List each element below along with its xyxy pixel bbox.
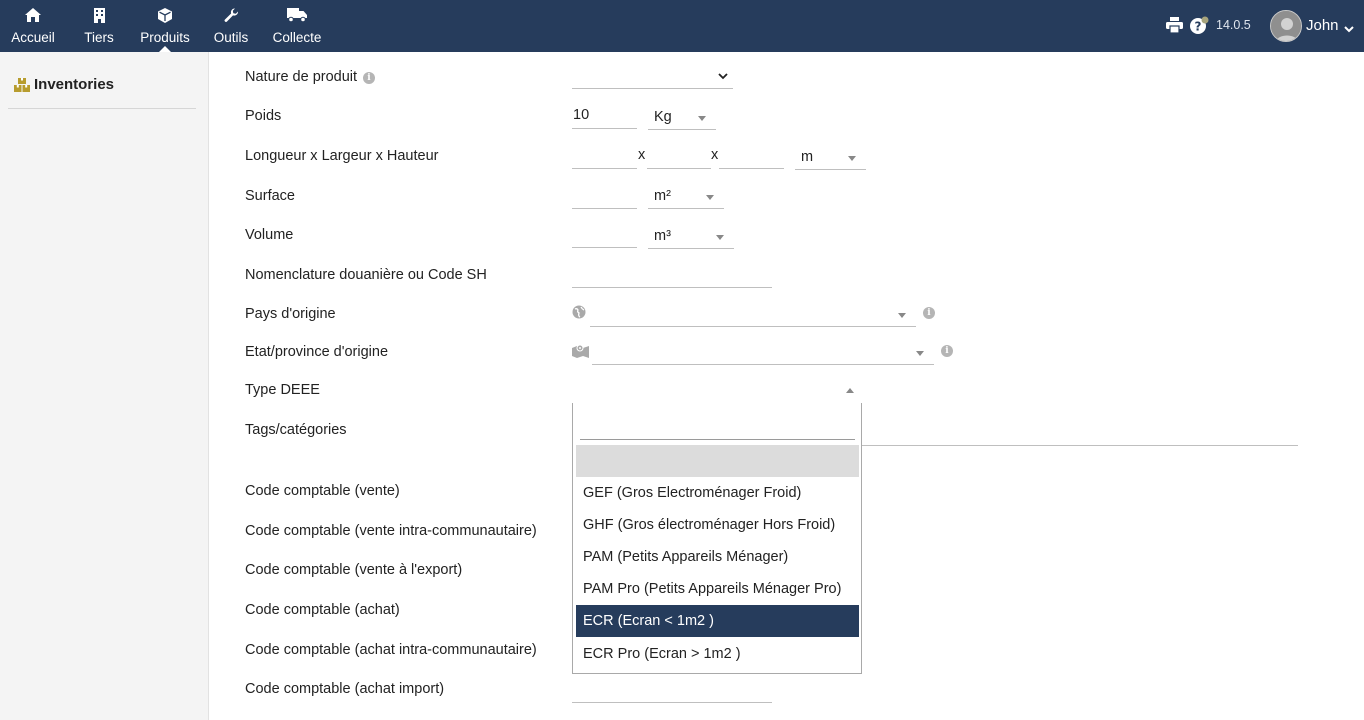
pays-label: Pays d'origine bbox=[245, 306, 336, 322]
nav-products-label: Produits bbox=[140, 30, 190, 45]
volume-unit-value: m³ bbox=[654, 228, 671, 244]
dims-unit-select[interactable]: m bbox=[795, 146, 866, 170]
deee-select[interactable] bbox=[572, 378, 862, 404]
dims-separator: x bbox=[711, 147, 719, 163]
sidebar-item-inventories[interactable]: Inventories bbox=[14, 76, 114, 93]
nomenclature-label: Nomenclature douanière ou Code SH bbox=[245, 267, 487, 283]
cc-achat-intra-label: Code comptable (achat intra-communautair… bbox=[245, 642, 537, 658]
cc-vente-export-label: Code comptable (vente à l'export) bbox=[245, 562, 463, 578]
nature-label: Nature de produit bbox=[245, 69, 358, 85]
dimensions-label: Longueur x Largeur x Hauteur bbox=[245, 148, 439, 164]
etat-label: Etat/province d'origine bbox=[245, 344, 389, 360]
sidebar-title: Inventories bbox=[34, 76, 115, 93]
cc-achat-label: Code comptable (achat) bbox=[245, 602, 400, 618]
dropdown-option[interactable]: PAM (Petits Appareils Ménager) bbox=[576, 541, 859, 573]
caret-up-icon bbox=[846, 388, 854, 393]
info-icon[interactable]: i bbox=[363, 72, 375, 84]
surface-unit-value: m² bbox=[654, 188, 671, 204]
info-icon[interactable]: i bbox=[941, 345, 953, 357]
svg-text:?: ? bbox=[1195, 20, 1202, 34]
nav-thirdparties[interactable]: Tiers bbox=[84, 0, 114, 52]
nav-tools-label: Outils bbox=[213, 30, 249, 45]
chevron-down-icon bbox=[718, 73, 728, 80]
surface-unit-select[interactable]: m² bbox=[648, 185, 724, 209]
globe-icon bbox=[572, 305, 586, 322]
tags-input[interactable] bbox=[862, 445, 1298, 446]
top-navigation-bar: Accueil Tiers Produits Outils Collecte ?… bbox=[0, 0, 1364, 52]
etat-select[interactable] bbox=[592, 341, 934, 365]
left-menu: Inventories bbox=[0, 52, 209, 720]
poids-unit-select[interactable]: Kg bbox=[648, 106, 716, 130]
cc-achat-import-input[interactable] bbox=[572, 702, 772, 703]
length-input[interactable] bbox=[572, 145, 637, 169]
nav-home[interactable]: Accueil bbox=[11, 0, 55, 52]
avatar[interactable] bbox=[1270, 10, 1302, 42]
deee-label: Type DEEE bbox=[245, 382, 320, 398]
nav-home-label: Accueil bbox=[11, 30, 55, 45]
surface-label: Surface bbox=[245, 188, 295, 204]
cc-vente-intra-label: Code comptable (vente intra-communautair… bbox=[245, 523, 537, 539]
dropdown-option[interactable]: GEF (Gros Electroménager Froid) bbox=[576, 477, 859, 509]
print-icon[interactable] bbox=[1166, 17, 1183, 36]
info-icon[interactable]: i bbox=[923, 307, 935, 319]
cc-vente-label: Code comptable (vente) bbox=[245, 483, 400, 499]
building-icon bbox=[93, 7, 105, 23]
help-icon[interactable]: ? bbox=[1190, 16, 1210, 38]
wrench-icon bbox=[224, 7, 239, 23]
poids-input[interactable]: 10 bbox=[572, 105, 637, 129]
surface-input[interactable] bbox=[572, 185, 637, 209]
dropdown-option[interactable]: ECR Pro (Ecran > 1m2 ) bbox=[576, 638, 859, 670]
pays-select[interactable] bbox=[590, 303, 916, 327]
volume-label: Volume bbox=[245, 227, 294, 243]
chevron-down-icon[interactable] bbox=[1344, 20, 1354, 36]
cube-icon bbox=[158, 7, 172, 23]
dims-unit-value: m bbox=[801, 149, 814, 165]
map-marker-icon bbox=[572, 344, 589, 361]
nomenclature-input[interactable] bbox=[572, 264, 772, 288]
poids-unit-value: Kg bbox=[654, 109, 672, 125]
deee-dropdown: GEF (Gros Electroménager Froid) GHF (Gro… bbox=[572, 403, 862, 674]
dropdown-option[interactable]: GHF (Gros électroménager Hors Froid) bbox=[576, 509, 859, 541]
volume-unit-select[interactable]: m³ bbox=[648, 225, 734, 249]
sidebar-divider bbox=[8, 108, 196, 109]
cc-achat-import-label: Code comptable (achat import) bbox=[245, 681, 445, 697]
height-input[interactable] bbox=[719, 145, 784, 169]
home-icon bbox=[25, 7, 41, 23]
dropdown-option-highlighted[interactable]: ECR (Ecran < 1m2 ) bbox=[576, 605, 859, 637]
nav-collecte[interactable]: Collecte bbox=[273, 0, 321, 52]
dropdown-search-input[interactable] bbox=[580, 413, 855, 440]
nav-tools[interactable]: Outils bbox=[214, 0, 248, 52]
nav-products[interactable]: Produits bbox=[140, 0, 190, 52]
nav-collecte-label: Collecte bbox=[272, 30, 322, 45]
tags-label: Tags/catégories bbox=[245, 422, 347, 438]
nav-thirdparties-label: Tiers bbox=[84, 30, 114, 45]
dropdown-option[interactable] bbox=[576, 445, 859, 477]
nature-select[interactable] bbox=[572, 65, 733, 89]
user-name[interactable]: John bbox=[1306, 17, 1339, 34]
version-label: 14.0.5 bbox=[1216, 18, 1251, 32]
dropdown-option[interactable]: PAM Pro (Petits Appareils Ménager Pro) bbox=[576, 573, 859, 605]
volume-input[interactable] bbox=[572, 224, 637, 248]
width-input[interactable] bbox=[647, 145, 711, 169]
inventory-boxes-icon bbox=[14, 77, 30, 92]
poids-label: Poids bbox=[245, 108, 282, 124]
truck-icon bbox=[287, 7, 307, 23]
dims-separator: x bbox=[638, 147, 646, 163]
